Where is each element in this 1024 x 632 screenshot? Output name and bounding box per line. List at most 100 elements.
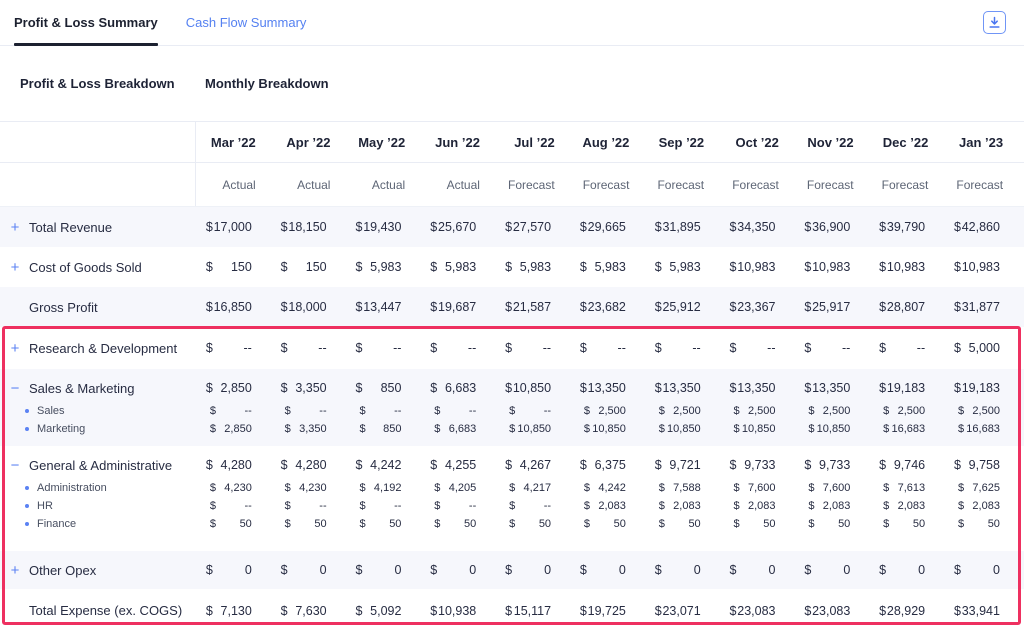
money-cell: $10,850 [734,423,776,435]
value-cell: $150 [270,247,345,287]
cell-value: 13,350 [812,381,850,395]
money-cell: $23,682 [580,300,626,314]
currency-symbol: $ [584,500,590,512]
money-cell: $4,242 [584,482,626,494]
money-cell: $0 [879,563,925,577]
currency-symbol: $ [505,300,512,314]
cell-value: 9,758 [969,458,1000,472]
money-cell: $16,850 [206,300,252,314]
expand-icon[interactable]: + [8,220,22,235]
row-label-cell: +Total Revenue [0,207,195,247]
money-cell: $150 [206,260,252,274]
currency-symbol: $ [505,604,512,618]
subvalue-cell: $2,083 [644,497,719,515]
value-cell: $-- [719,327,794,369]
currency-symbol: $ [879,563,886,577]
cell-value: 18,150 [288,220,326,234]
cell-value: 23,083 [812,604,850,618]
collapse-icon[interactable]: − [8,458,22,473]
cell-value: 19,725 [588,604,626,618]
money-cell: $19,183 [879,381,925,395]
money-cell: $10,983 [954,260,1000,274]
currency-symbol: $ [206,260,213,274]
currency-symbol: $ [655,458,662,472]
collapse-icon[interactable]: − [8,381,22,396]
money-cell: $50 [509,518,551,530]
download-button[interactable] [983,11,1006,34]
value-cell: $31,895 [644,207,719,247]
value-cell: $4,267 [494,451,569,479]
cell-value: -- [469,405,476,417]
money-cell: $-- [505,341,551,355]
value-cell: $19,183 [868,374,943,402]
row-label-cell: +Other Opex [0,551,195,589]
cell-value: 2,083 [673,500,701,512]
table-type-header-row: ActualActualActualActualForecastForecast… [0,163,1024,207]
money-cell: $6,683 [434,423,476,435]
section-header-row: Profit & Loss Breakdown Monthly Breakdow… [0,46,1024,121]
cell-value: 10,983 [737,260,775,274]
value-cell: $18,150 [270,207,345,247]
tab-profit-loss-summary[interactable]: Profit & Loss Summary [14,0,158,45]
cell-value: 6,375 [595,458,626,472]
row-values: $7,130$7,630$5,092$10,938$15,117$19,725$… [195,589,1024,632]
currency-symbol: $ [580,458,587,472]
expand-icon[interactable]: + [8,563,22,578]
value-cell: $10,983 [943,247,1018,287]
money-cell: $17,000 [206,220,252,234]
subvalue-cell: $2,850 [195,420,270,438]
value-cell: $19,687 [419,287,494,327]
money-cell: $28,807 [879,300,925,314]
cell-value: 5,092 [370,604,401,618]
cell-value: 31,877 [962,300,1000,314]
cell-value: 5,983 [669,260,700,274]
cell-value: 6,683 [445,381,476,395]
currency-symbol: $ [285,482,291,494]
subvalue-cell: $4,205 [419,479,494,497]
expand-icon[interactable]: + [8,260,22,275]
currency-symbol: $ [958,518,964,530]
subvalue-cell: $50 [419,515,494,533]
currency-symbol: $ [883,518,889,530]
currency-symbol: $ [954,341,961,355]
currency-symbol: $ [281,458,288,472]
cell-value: 10,850 [742,423,776,435]
money-cell: $10,850 [659,423,701,435]
cell-value: 850 [381,381,402,395]
currency-symbol: $ [434,405,440,417]
subvalue-cell: $50 [270,515,345,533]
table-row: +Cost of Goods Sold$150$150$5,983$5,983$… [0,247,1024,287]
subvalue-cell: $2,083 [719,497,794,515]
value-cell: $4,242 [345,451,420,479]
value-cell: $-- [868,327,943,369]
tab-cash-flow-summary[interactable]: Cash Flow Summary [186,0,307,45]
currency-symbol: $ [730,260,737,274]
value-cell: $0 [494,551,569,589]
value-cell: $13,447 [345,287,420,327]
cell-value: 0 [769,563,776,577]
table-subrow: Finance$50$50$50$50$50$50$50$50$50$50$50 [0,515,1024,533]
currency-symbol: $ [804,220,811,234]
cell-value: 10,983 [887,260,925,274]
cell-value: 2,850 [221,381,252,395]
money-cell: $-- [210,500,252,512]
subrow-label: Sales [37,405,65,417]
value-cell: $16,850 [195,287,270,327]
currency-symbol: $ [355,300,362,314]
currency-symbol: $ [430,260,437,274]
currency-symbol: $ [505,458,512,472]
cell-value: 10,850 [817,423,851,435]
cell-value: 5,000 [969,341,1000,355]
table-row: +Total Revenue$17,000$18,150$19,430$25,6… [0,207,1024,247]
row-values: $--$--$--$--$--$2,083$2,083$2,083$2,083$… [195,497,1024,515]
table-row: −General & Administrative$4,280$4,280$4,… [0,451,1024,479]
month-header-cells: Mar ’22Apr ’22May ’22Jun ’22Jul ’22Aug ’… [195,122,1024,162]
currency-symbol: $ [730,381,737,395]
cell-value: -- [244,405,251,417]
expand-icon[interactable]: + [8,341,22,356]
cell-value: 25,912 [662,300,700,314]
value-cell: $0 [644,551,719,589]
value-cell: $0 [345,551,420,589]
subrow-label: Administration [37,482,107,494]
value-cell: $5,000 [943,327,1018,369]
